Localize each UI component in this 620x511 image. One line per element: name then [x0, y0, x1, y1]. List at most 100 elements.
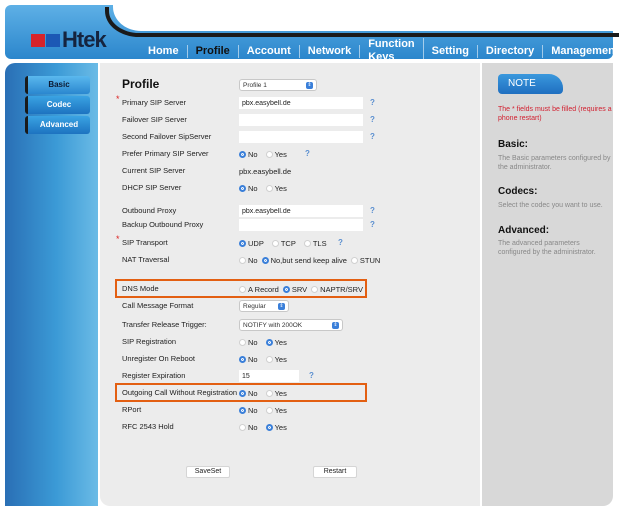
transfer-release-trigger-select[interactable]: NOTIFY with 200OK ⇕	[239, 319, 343, 331]
nav-home[interactable]: Home	[140, 44, 188, 58]
label: RPort	[122, 405, 142, 414]
help-icon[interactable]: ?	[307, 371, 316, 380]
label: Failover SIP Server	[122, 115, 187, 124]
radio-label: SRV	[291, 284, 308, 294]
failover-sip-server-input[interactable]	[239, 114, 363, 126]
radio-label: Yes	[274, 388, 287, 398]
row-primary-sip-server: * Primary SIP Server ?	[116, 94, 472, 110]
radio-dot	[239, 338, 246, 346]
radio-dns-naptr-srv[interactable]: NAPTR/SRV	[311, 285, 363, 294]
nav-account[interactable]: Account	[239, 44, 300, 58]
row-dns-mode: DNS Mode A Record SRV NAPTR/SRV	[122, 282, 472, 296]
restart-button[interactable]: Restart	[313, 466, 357, 478]
radio-transport-tls[interactable]: TLS	[303, 239, 327, 248]
radio-sip-registration-no[interactable]: No	[239, 338, 258, 347]
nav-management[interactable]: Management	[543, 45, 620, 58]
radio-nat-no[interactable]: No	[239, 256, 258, 265]
row-outbound-proxy: Outbound Proxy ?	[122, 204, 472, 218]
radio-unregister-yes[interactable]: Yes	[265, 355, 287, 364]
help-icon[interactable]: ?	[368, 132, 377, 141]
register-expiration-input[interactable]	[239, 370, 299, 382]
radio-rport-yes[interactable]: Yes	[265, 406, 287, 415]
help-icon[interactable]: ?	[336, 238, 345, 247]
call-message-format-select[interactable]: Regular ⇕	[239, 300, 289, 312]
row-call-message-format: Call Message Format Regular ⇕	[122, 299, 472, 313]
label: Outgoing Call Without Registration	[122, 388, 238, 397]
help-icon[interactable]: ?	[368, 115, 377, 124]
label: Outbound Proxy	[122, 206, 177, 215]
header: Htek Home Profile Account Network Functi…	[5, 3, 620, 64]
label: SIP Registration	[122, 337, 177, 346]
radio-sip-registration-yes[interactable]: Yes	[265, 338, 287, 347]
label: Call Message Format	[122, 301, 194, 310]
outbound-proxy-input[interactable]	[239, 205, 363, 217]
row-failover-sip-server: Failover SIP Server ?	[122, 113, 472, 127]
label: DNS Mode	[122, 284, 159, 293]
row-nat-traversal: NAT Traversal No No,but send keep alive …	[122, 253, 472, 267]
sidebar-item-codec[interactable]: Codec	[25, 96, 90, 114]
row-outgoing-call-without-registration: Outgoing Call Without Registration No Ye…	[122, 386, 472, 400]
nav-network[interactable]: Network	[300, 44, 361, 58]
saveset-button[interactable]: SaveSet	[186, 466, 230, 478]
label: Prefer Primary SIP Server	[122, 149, 209, 158]
help-icon[interactable]: ?	[368, 98, 377, 107]
radio-label: No	[248, 337, 258, 347]
radio-dns-a-record[interactable]: A Record	[239, 285, 279, 294]
radio-rfc2543-no[interactable]: No	[239, 423, 258, 432]
radio-dns-srv[interactable]: SRV	[282, 284, 308, 294]
main-nav: Home Profile Account Network Function Ke…	[140, 38, 620, 64]
radio-transport-tcp[interactable]: TCP	[271, 238, 296, 248]
radio-label: No,but send keep alive	[270, 255, 347, 265]
radio-transport-udp[interactable]: UDP	[239, 239, 264, 248]
second-failover-input[interactable]	[239, 131, 363, 143]
sidebar-item-advanced[interactable]: Advanced	[25, 116, 90, 134]
note-panel: NOTE The * fields must be filled (requir…	[482, 63, 613, 506]
sidebar-item-basic[interactable]: Basic	[25, 76, 90, 94]
sidebar: Basic Codec Advanced	[5, 63, 98, 506]
radio-prefer-primary-no[interactable]: No	[239, 150, 258, 159]
logo-mark-blue	[46, 33, 60, 47]
label: DHCP SIP Server	[122, 183, 182, 192]
help-icon[interactable]: ?	[303, 149, 312, 158]
radio-dot	[265, 389, 273, 397]
backup-outbound-proxy-input[interactable]	[239, 219, 363, 231]
radio-outgoing-no[interactable]: No	[239, 389, 258, 398]
radio-dot	[271, 239, 279, 247]
radio-nat-keepalive[interactable]: No,but send keep alive	[261, 255, 347, 265]
radio-dot	[311, 285, 319, 293]
profile-select-value: Profile 1	[243, 81, 267, 89]
nav-profile[interactable]: Profile	[188, 44, 239, 58]
profile-form: Profile Profile 1 ⇕ * Primary SIP Server …	[100, 63, 480, 506]
nav-setting[interactable]: Setting	[424, 44, 478, 58]
radio-dot	[239, 150, 246, 158]
nav-directory[interactable]: Directory	[478, 44, 544, 58]
radio-dot	[239, 184, 246, 192]
header-arc	[105, 7, 619, 37]
radio-label: Yes	[274, 183, 287, 193]
radio-rfc2543-yes[interactable]: Yes	[265, 423, 287, 432]
radio-label: No	[248, 149, 258, 159]
note-basic-text: The Basic parameters configured by the a…	[498, 155, 611, 171]
profile-select[interactable]: Profile 1 ⇕	[239, 79, 317, 91]
radio-label: TCP	[280, 238, 296, 248]
radio-unregister-no[interactable]: No	[239, 355, 258, 364]
radio-dot	[239, 406, 246, 414]
note-advanced-title: Advanced:	[498, 225, 550, 236]
nav-function-keys[interactable]: Function Keys	[360, 38, 424, 64]
radio-dhcp-no[interactable]: No	[239, 184, 258, 193]
radio-dot	[265, 406, 273, 414]
label: Second Failover SipServer	[122, 132, 212, 141]
radio-nat-stun[interactable]: STUN	[350, 256, 380, 265]
help-icon[interactable]: ?	[368, 220, 377, 229]
select-arrow-icon: ⇕	[306, 81, 313, 89]
radio-prefer-primary-yes[interactable]: Yes	[265, 150, 287, 159]
radio-dhcp-yes[interactable]: Yes	[265, 183, 287, 193]
label: SIP Transport	[122, 238, 168, 247]
primary-sip-server-input[interactable]	[239, 97, 363, 109]
radio-outgoing-yes[interactable]: Yes	[265, 388, 287, 398]
logo-mark-red	[31, 33, 45, 47]
radio-rport-no[interactable]: No	[239, 406, 258, 415]
radio-dot	[239, 256, 246, 264]
row-second-failover: Second Failover SipServer ?	[122, 130, 472, 144]
help-icon[interactable]: ?	[368, 206, 377, 215]
